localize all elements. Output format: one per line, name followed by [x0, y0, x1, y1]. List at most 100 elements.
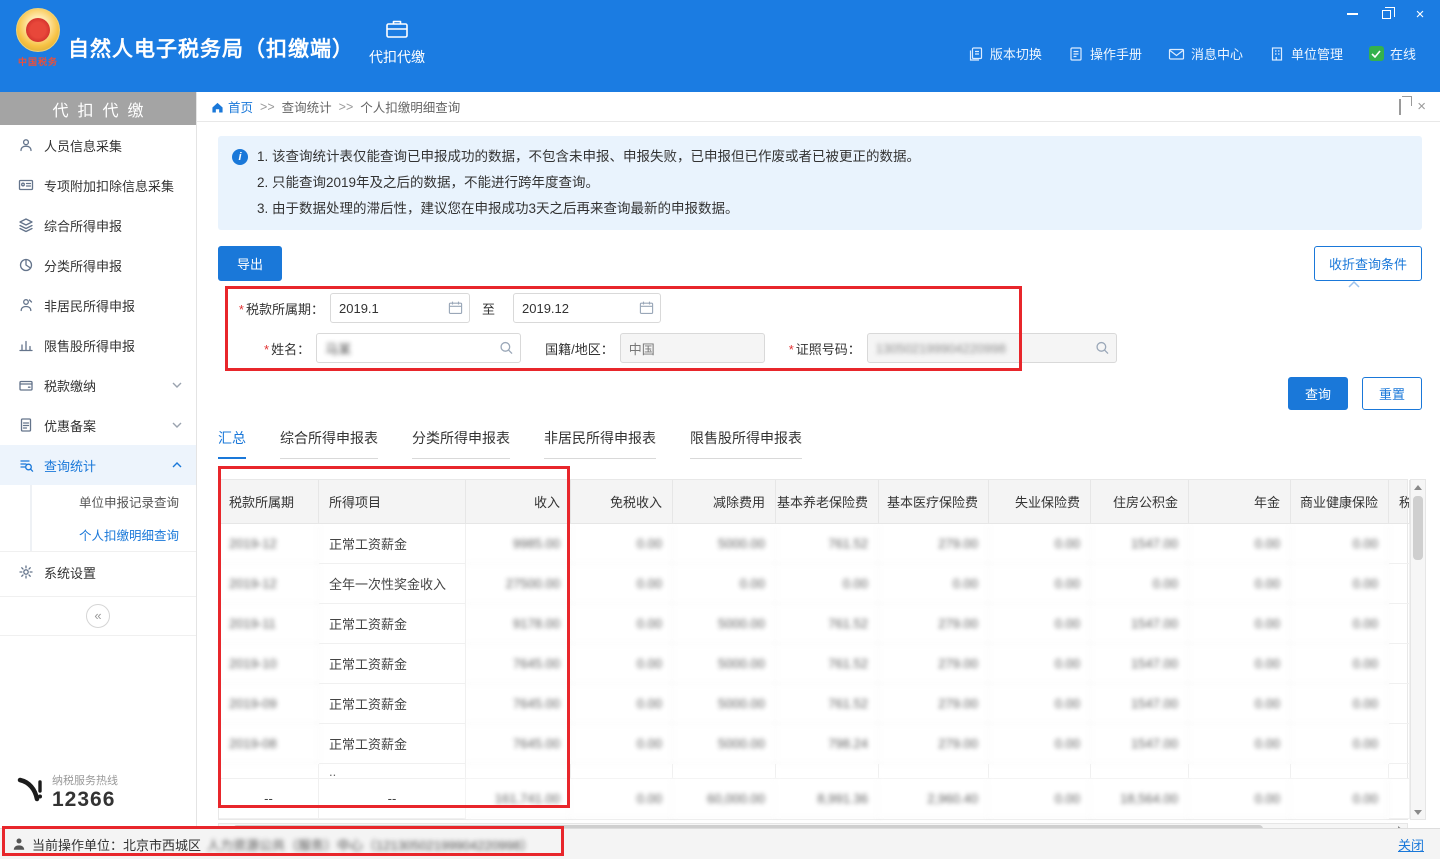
reset-button[interactable]: 重置	[1362, 377, 1422, 410]
sidebar-item-tax-payment[interactable]: 税款缴纳	[0, 365, 196, 405]
table-cell	[1389, 779, 1410, 819]
column-header[interactable]: 失业保险费	[989, 480, 1091, 524]
column-header[interactable]: 商业健康保险	[1291, 480, 1389, 524]
calendar-icon[interactable]	[639, 301, 654, 316]
sidebar-collapse-row: «	[0, 596, 196, 636]
main-content: i 1. 该查询统计表仅能查询已申报成功的数据，不包含未申报、申报失败，已申报但…	[197, 122, 1440, 828]
app-title: 自然人电子税务局（扣缴端）	[68, 33, 354, 63]
tab-nonresident-income[interactable]: 非居民所得申报表	[544, 428, 656, 459]
status-bar: 当前操作单位：北京市西城区 人力资源公共（服务）中心（1213050219990…	[0, 828, 1440, 859]
column-header[interactable]: 减除费用	[673, 480, 776, 524]
table-row[interactable]: 2019-11正常工资薪金9178.000.005000.00761.52279…	[219, 604, 1407, 644]
nav-tab-withholding[interactable]: 代扣代缴	[352, 18, 442, 67]
table-cell	[673, 764, 776, 779]
close-icon[interactable]: ×	[1412, 6, 1428, 22]
sidebar-item-restricted-stock[interactable]: 限售股所得申报	[0, 325, 196, 365]
column-header[interactable]: 基本医疗保险费	[879, 480, 989, 524]
sidebar-item-classified-income[interactable]: 分类所得申报	[0, 245, 196, 285]
table-row[interactable]: 2019-08正常工资薪金7645.000.005000.00798.24279…	[219, 724, 1407, 764]
table-cell: 279.00	[879, 644, 989, 684]
sidebar-item-nonresident-income[interactable]: 非居民所得申报	[0, 285, 196, 325]
nav-tab-label: 代扣代缴	[352, 47, 442, 67]
column-header[interactable]: 年金	[1189, 480, 1291, 524]
column-header[interactable]: 住房公积金	[1091, 480, 1189, 524]
sidebar-subitem-label: 单位申报记录查询	[79, 492, 179, 511]
sidebar-subitem-label: 个人扣缴明细查询	[79, 525, 179, 544]
sidebar-item-personal-withholding-query[interactable]: 个人扣缴明细查询	[30, 518, 196, 551]
top-link-label: 单位管理	[1291, 44, 1343, 63]
table-row[interactable]: 2019-12全年一次性奖金收入27500.000.000.000.000.00…	[219, 564, 1407, 604]
scroll-down-icon[interactable]	[1411, 805, 1425, 819]
breadcrumb-item-current: 个人扣缴明细查询	[360, 97, 460, 116]
tab-restricted-stock[interactable]: 限售股所得申报表	[690, 428, 802, 459]
search-button[interactable]: 查询	[1288, 377, 1348, 410]
nationality-input[interactable]: 中国	[620, 333, 765, 363]
unit-management-link[interactable]: 单位管理	[1269, 44, 1343, 63]
table-row[interactable]: 2019-12正常工资薪金9985.000.005000.00761.52279…	[219, 524, 1407, 564]
sidebar-item-comprehensive-income[interactable]: 综合所得申报	[0, 205, 196, 245]
column-header[interactable]: 税款所属期	[219, 480, 319, 524]
table-cell: 0.00	[1189, 779, 1291, 819]
period-to-input[interactable]: 2019.12	[513, 293, 661, 323]
column-header[interactable]: 收入	[466, 480, 571, 524]
table-cell: 7645.00	[466, 644, 571, 684]
id-number-input[interactable]: 130502199904220998	[867, 333, 1117, 363]
sidebar-item-query-statistics[interactable]: 查询统计	[0, 445, 196, 485]
sidebar-item-special-deduction[interactable]: 专项附加扣除信息采集	[0, 165, 196, 205]
minimize-icon[interactable]	[1344, 6, 1360, 22]
table-cell: 0.00	[989, 724, 1091, 764]
table-row[interactable]: 2019-09正常工资薪金7645.000.005000.00761.52279…	[219, 684, 1407, 724]
table-cell: 0.00	[989, 779, 1091, 819]
period-from-value: 2019.1	[339, 301, 379, 316]
sidebar-item-unit-report-query[interactable]: 单位申报记录查询	[30, 485, 196, 518]
search-icon[interactable]	[1095, 341, 1110, 356]
tab-comprehensive-income[interactable]: 综合所得申报表	[280, 428, 378, 459]
search-icon[interactable]	[499, 341, 514, 356]
vertical-scrollbar[interactable]	[1410, 479, 1426, 820]
tab-classified-income[interactable]: 分类所得申报表	[412, 428, 510, 459]
breadcrumb-home-link[interactable]: 首页	[211, 97, 253, 116]
panel-restore-icon[interactable]	[1399, 100, 1401, 114]
table-row[interactable]: 2019-10正常工资薪金7645.000.005000.00761.52279…	[219, 644, 1407, 684]
total-row[interactable]: ----161,741.000.0060,000.008,991.362,960…	[219, 779, 1407, 819]
column-header[interactable]: 基本养老保险费	[776, 480, 879, 524]
table-cell: 161,741.00	[466, 779, 571, 819]
period-from-input[interactable]: 2019.1	[330, 293, 470, 323]
close-link[interactable]: 关闭	[1398, 835, 1424, 854]
collapse-query-button[interactable]: 收折查询条件	[1314, 246, 1422, 281]
version-switch-link[interactable]: 版本切换	[968, 44, 1042, 63]
sidebar-collapse-button[interactable]: «	[86, 604, 110, 628]
scroll-up-icon[interactable]	[1411, 480, 1425, 494]
table-cell: 1547.00	[1091, 604, 1189, 644]
calendar-icon[interactable]	[448, 301, 463, 316]
table-cell: --	[319, 779, 466, 819]
sidebar-item-system-settings[interactable]: 系统设置	[0, 552, 196, 592]
sidebar-item-personnel-info[interactable]: 人员信息采集	[0, 125, 196, 165]
table-cell: 0.00	[571, 524, 673, 564]
column-header[interactable]: 所得项目	[319, 480, 466, 524]
restore-icon[interactable]	[1378, 6, 1394, 22]
table-cell: 0.00	[989, 644, 1091, 684]
message-center-link[interactable]: 消息中心	[1168, 44, 1243, 63]
export-button[interactable]: 导出	[218, 246, 282, 281]
pie-chart-icon	[18, 257, 34, 273]
brand-logo: 中国税务	[10, 8, 66, 68]
name-input[interactable]: 马某	[316, 333, 521, 363]
sidebar-item-preferential-filing[interactable]: 优惠备案	[0, 405, 196, 445]
hotline-number: 12366	[52, 788, 118, 812]
column-header[interactable]: 税	[1389, 480, 1410, 524]
panel-close-icon[interactable]: ×	[1417, 98, 1426, 115]
online-status[interactable]: 在线	[1369, 44, 1416, 63]
manual-link[interactable]: 操作手册	[1068, 44, 1142, 63]
phone-icon	[14, 774, 44, 810]
vertical-scroll-thumb[interactable]	[1413, 496, 1423, 560]
tab-summary[interactable]: 汇总	[218, 428, 246, 459]
hotline-label: 纳税服务热线	[52, 772, 118, 788]
required-asterisk: *	[789, 342, 794, 357]
sidebar-item-label: 查询统计	[44, 456, 96, 475]
table-cell: --	[219, 779, 319, 819]
table-cell: 0.00	[571, 604, 673, 644]
table-cell	[466, 764, 571, 779]
partial-row[interactable]: ..	[219, 764, 1407, 779]
column-header[interactable]: 免税收入	[571, 480, 673, 524]
